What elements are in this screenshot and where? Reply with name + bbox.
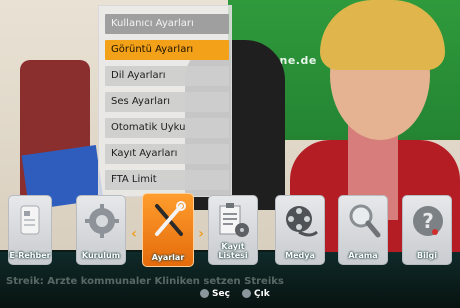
submenu-header: Kullanıcı Ayarları xyxy=(105,14,229,34)
exit-label: Çık xyxy=(254,289,270,299)
main-menu-bar: E-Rehber Kurulum Ayarlar Kayıt Listesi M… xyxy=(0,193,460,275)
menu-tile-search[interactable]: Arama xyxy=(338,195,388,265)
menu-tile-epg[interactable]: E-Rehber xyxy=(8,195,52,265)
menu-tile-setup[interactable]: Kurulum xyxy=(76,195,126,265)
menu-item-language-settings[interactable]: Dil Ayarları xyxy=(105,66,229,86)
tile-label: Ayarlar xyxy=(151,253,185,262)
menu-right-arrow[interactable]: › xyxy=(196,227,206,241)
menu-tile-settings[interactable]: Ayarlar xyxy=(142,193,194,267)
menu-item-auto-sleep[interactable]: Otomatik Uyku xyxy=(105,118,229,138)
record-list-icon xyxy=(219,203,249,237)
film-reel-icon xyxy=(286,206,318,237)
menu-tile-info[interactable]: ? Bilgi xyxy=(402,195,452,265)
menu-item-record-settings[interactable]: Kayıt Ayarları xyxy=(105,144,229,164)
tile-label: Kayıt Listesi xyxy=(218,242,248,260)
menu-item-fta-limit[interactable]: FTA Limit xyxy=(105,170,229,190)
settings-submenu: Kullanıcı Ayarları Görüntü Ayarları Dil … xyxy=(98,5,232,197)
menu-item-display-settings[interactable]: Görüntü Ayarları xyxy=(105,40,229,60)
tile-label: Medya xyxy=(285,251,315,260)
tools-icon xyxy=(155,201,186,236)
question-icon: ? xyxy=(413,206,443,236)
tile-label: Kurulum xyxy=(81,251,121,260)
menu-tile-record-list[interactable]: Kayıt Listesi xyxy=(208,195,258,265)
exit-button-icon xyxy=(242,289,251,298)
tile-label: E-Rehber xyxy=(9,251,51,260)
menu-tile-media[interactable]: Medya xyxy=(275,195,325,265)
ok-button-icon xyxy=(200,289,209,298)
exit-hint: Çık xyxy=(242,288,270,300)
gear-icon xyxy=(85,204,119,238)
epg-icon xyxy=(20,205,40,235)
menu-left-arrow[interactable]: ‹ xyxy=(129,227,139,241)
tile-label: Arama xyxy=(348,251,378,260)
svg-text:?: ? xyxy=(422,209,434,233)
menu-item-audio-settings[interactable]: Ses Ayarları xyxy=(105,92,229,112)
tile-label: Bilgi xyxy=(416,251,438,260)
magnifier-icon xyxy=(349,204,381,238)
select-hint: Seç xyxy=(200,288,230,300)
select-label: Seç xyxy=(212,289,230,299)
background-ticker-text: Streik: Arzte kommunaler Kliniken setzen… xyxy=(6,276,284,287)
